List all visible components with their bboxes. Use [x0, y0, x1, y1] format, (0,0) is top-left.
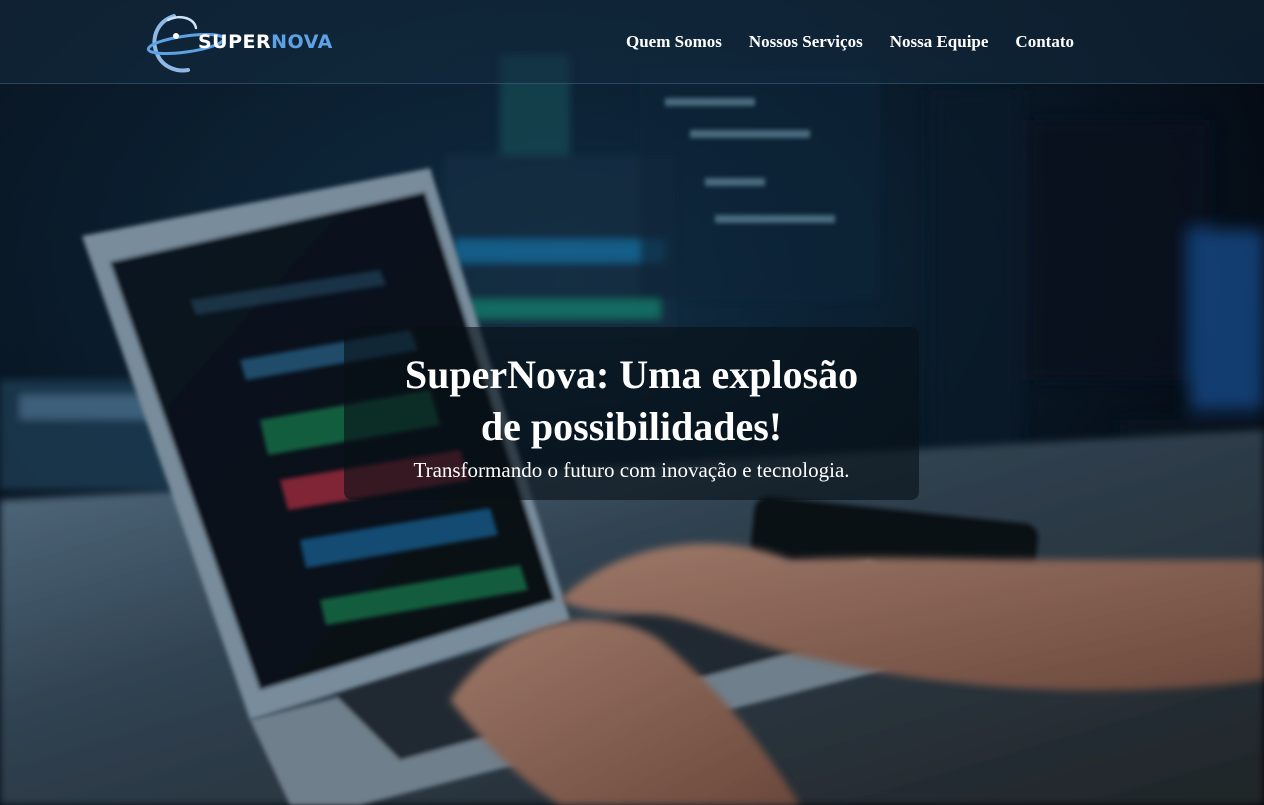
hero-card: SuperNova: Uma explosão de possibilidade… [344, 327, 919, 500]
nav-item-nossos-servicos[interactable]: Nossos Serviços [749, 31, 863, 55]
site-header: SUPERNOVA Quem Somos Nossos Serviços Nos… [0, 0, 1264, 84]
hero-title: SuperNova: Uma explosão de possibilidade… [404, 352, 859, 449]
nav-item-nossa-equipe[interactable]: Nossa Equipe [890, 31, 989, 55]
hero-subtitle: Transformando o futuro com inovação e te… [413, 458, 850, 482]
main-navigation: Quem Somos Nossos Serviços Nossa Equipe … [626, 31, 1101, 55]
brand-name: SUPERNOVA [198, 31, 333, 53]
nav-item-quem-somos[interactable]: Quem Somos [626, 31, 722, 55]
nav-item-contato[interactable]: Contato [1015, 31, 1074, 55]
logo-link[interactable]: SUPERNOVA [146, 12, 332, 74]
